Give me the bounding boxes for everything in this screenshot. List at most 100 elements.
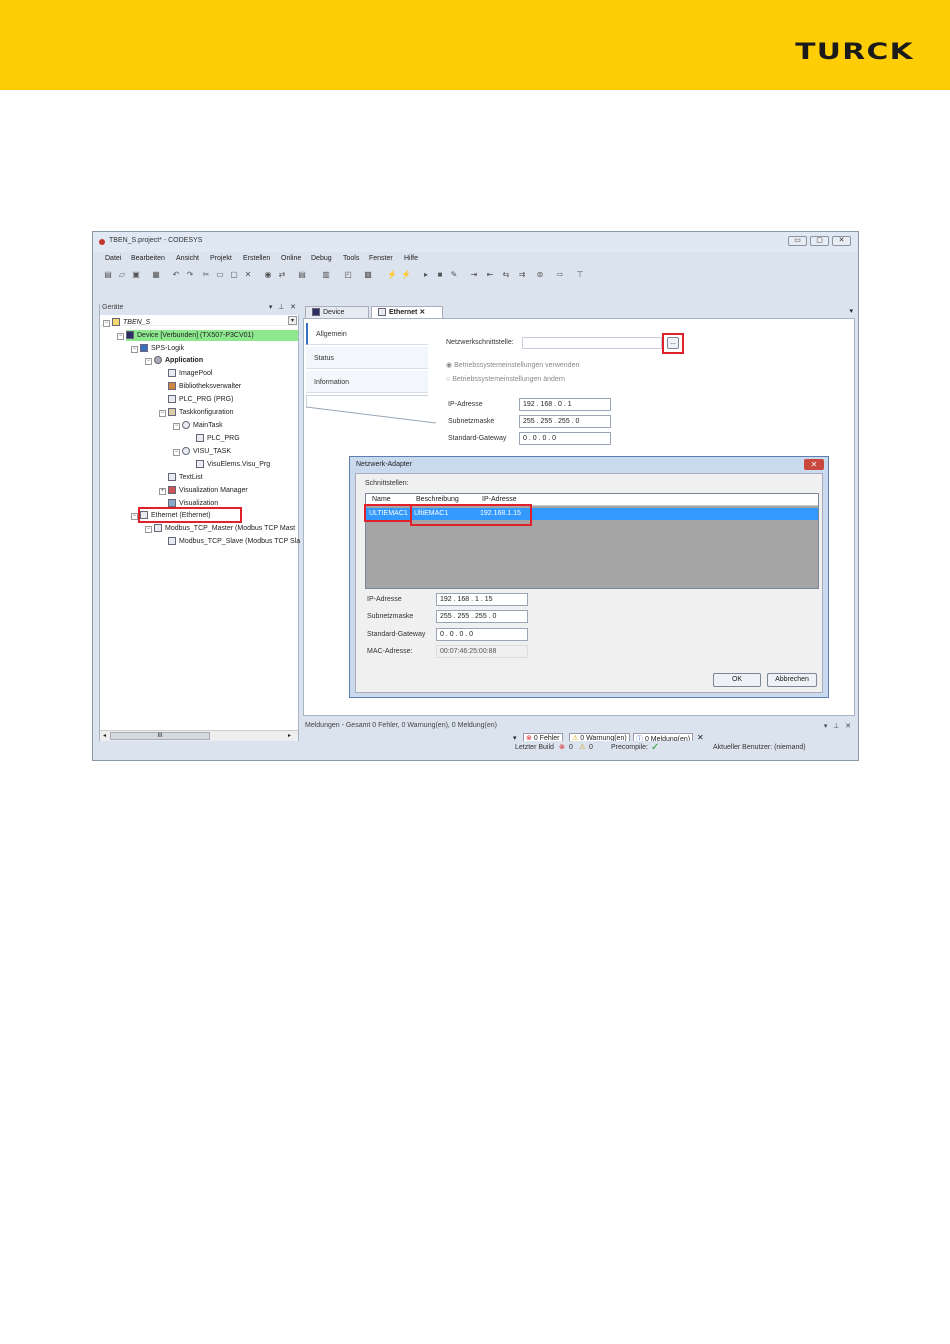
expand-toggle[interactable]: −	[145, 358, 152, 365]
tree-node-device[interactable]: Device [Verbunden] (TX507-P3CV01)	[126, 330, 298, 341]
menu-fenster[interactable]: Fenster	[369, 255, 393, 262]
replace-icon[interactable]: ⇄	[277, 270, 287, 280]
tab-device[interactable]: Device	[305, 306, 369, 318]
column-name[interactable]: Name	[372, 496, 391, 503]
expand-toggle[interactable]: −	[103, 320, 110, 327]
tree-node-visuelems[interactable]: VisuElems.Visu_Prg	[196, 459, 270, 470]
expand-toggle[interactable]: −	[145, 526, 152, 533]
undo-icon[interactable]: ↶	[171, 270, 181, 280]
object-dropdown-icon[interactable]: ▥	[321, 270, 331, 280]
copy-icon[interactable]: ▭	[215, 270, 225, 280]
write-values-icon[interactable]: ⇨	[555, 270, 565, 280]
subnav-status[interactable]: Status	[306, 347, 428, 369]
dlg-gateway-input[interactable]: 0 . 0 . 0 . 0	[436, 628, 528, 641]
messages-close-icon[interactable]: ✕	[845, 723, 851, 730]
column-description[interactable]: Beschreibung	[416, 496, 459, 503]
tree-node-task-config[interactable]: Taskkonfiguration	[168, 407, 233, 418]
scroll-right-icon[interactable]: ▸	[288, 732, 291, 739]
tree-node-imagepool[interactable]: ImagePool	[168, 368, 212, 379]
scroll-thumb[interactable]: III	[110, 732, 210, 740]
ok-button[interactable]: OK	[713, 673, 761, 687]
panel-close-icon[interactable]: ✕	[290, 304, 296, 311]
close-window-button[interactable]: ✕	[832, 236, 851, 246]
tree-node-plc-prg[interactable]: PLC_PRG (PRG)	[168, 394, 233, 405]
breakpoint-icon[interactable]: ⊚	[535, 270, 545, 280]
tree-node-modbus-slave[interactable]: Modbus_TCP_Slave (Modbus TCP Sla	[168, 536, 300, 547]
tab-close-icon[interactable]: ✕	[419, 309, 425, 316]
menu-bearbeiten[interactable]: Bearbeiten	[131, 255, 165, 262]
menu-online[interactable]: Online	[281, 255, 301, 262]
panel-dropdown-icon[interactable]: ▾	[269, 304, 273, 311]
expand-toggle[interactable]: −	[131, 513, 138, 520]
tree-node-visu-task[interactable]: VISU_TASK	[182, 446, 231, 457]
messages-dropdown-icon[interactable]: ▾	[824, 723, 828, 730]
tree-node-maintask[interactable]: MainTask	[182, 420, 223, 431]
menu-hilfe[interactable]: Hilfe	[404, 255, 418, 262]
maximize-button[interactable]: ▢	[810, 236, 829, 246]
browse-button[interactable]: ...	[667, 337, 679, 349]
tree-node-ethernet[interactable]: Ethernet (Ethernet)	[140, 510, 211, 521]
redo-icon[interactable]: ↷	[185, 270, 195, 280]
window-layout-icon[interactable]: ▤	[297, 270, 307, 280]
stop-icon[interactable]: ■	[435, 270, 445, 280]
run-to-cursor-icon[interactable]: ⇉	[517, 270, 527, 280]
toolbar-options-icon[interactable]: ⊤	[575, 270, 585, 280]
scroll-left-icon[interactable]: ◂	[103, 732, 106, 739]
tree-node-sps-logik[interactable]: SPS-Logik	[140, 343, 184, 354]
subnav-information[interactable]: Information	[306, 371, 428, 393]
horizontal-scrollbar[interactable]: ◂ III ▸	[100, 730, 298, 741]
cancel-button[interactable]: Abbrechen	[767, 673, 817, 687]
menu-ansicht[interactable]: Ansicht	[176, 255, 199, 262]
step-over-icon[interactable]: ⇥	[469, 270, 479, 280]
menu-tools[interactable]: Tools	[343, 255, 359, 262]
find-icon[interactable]: ◉	[263, 270, 273, 280]
expand-toggle[interactable]: −	[173, 423, 180, 430]
menu-erstellen[interactable]: Erstellen	[243, 255, 270, 262]
messages-pin-icon[interactable]: ⊥	[833, 723, 839, 730]
menu-projekt[interactable]: Projekt	[210, 255, 232, 262]
save-project-icon[interactable]: ▣	[131, 270, 141, 280]
expand-toggle[interactable]: +	[159, 488, 166, 495]
build-icon[interactable]: ▩	[363, 270, 373, 280]
interfaces-list[interactable]: Name Beschreibung IP-Adresse ULTIEMAC1 U…	[364, 493, 819, 589]
add-object-icon[interactable]: ◰	[343, 270, 353, 280]
tab-ethernet[interactable]: Ethernet ✕	[371, 306, 443, 318]
tabs-dropdown-icon[interactable]: ▾	[849, 307, 853, 315]
tree-dropdown-icon[interactable]: ▾	[288, 316, 297, 325]
minimize-button[interactable]: ▭	[788, 236, 807, 246]
netif-input[interactable]	[522, 337, 662, 349]
expand-toggle[interactable]: −	[117, 333, 124, 340]
delete-icon[interactable]: ✕	[243, 270, 253, 280]
subnet-input[interactable]: 255 . 255 . 255 . 0	[519, 415, 611, 428]
gateway-input[interactable]: 0 . 0 . 0 . 0	[519, 432, 611, 445]
tree-node-textlist[interactable]: TextList	[168, 472, 203, 483]
menu-datei[interactable]: Datei	[105, 255, 121, 262]
logout-icon[interactable]: ⚡	[401, 270, 411, 280]
tree-node-application[interactable]: Application	[154, 355, 203, 366]
start-icon[interactable]: ▸	[421, 270, 431, 280]
expand-toggle[interactable]: −	[173, 449, 180, 456]
subnav-allgemein[interactable]: Allgemein	[306, 323, 428, 345]
login-icon[interactable]: ⚡	[387, 270, 397, 280]
tree-node-library-manager[interactable]: Bibliotheksverwalter	[168, 381, 241, 392]
dialog-close-button[interactable]: ✕	[804, 459, 824, 470]
cut-icon[interactable]: ✂	[201, 270, 211, 280]
tree-node-maintask-plc-prg[interactable]: PLC_PRG	[196, 433, 240, 444]
menu-debug[interactable]: Debug	[311, 255, 332, 262]
expand-toggle[interactable]: −	[159, 410, 166, 417]
new-project-icon[interactable]: ▤	[103, 270, 113, 280]
tree-node-visu-manager[interactable]: Visualization Manager	[168, 485, 248, 496]
expand-toggle[interactable]: −	[131, 346, 138, 353]
dlg-ip-input[interactable]: 192 . 168 . 1 . 15	[436, 593, 528, 606]
panel-pin-icon[interactable]: ⊥	[278, 304, 284, 311]
tree-node-tben-s[interactable]: TBEN_S	[112, 317, 150, 328]
step-into-icon[interactable]: ⇤	[485, 270, 495, 280]
open-project-icon[interactable]: ▱	[117, 270, 127, 280]
radio-use-os-settings[interactable]: ◉ Betriebssystemeinstellungen verwenden	[446, 361, 579, 369]
ip-input[interactable]: 192 . 168 . 0 . 1	[519, 398, 611, 411]
paste-icon[interactable]: ▢	[229, 270, 239, 280]
reset-icon[interactable]: ✎	[449, 270, 459, 280]
step-out-icon[interactable]: ⇆	[501, 270, 511, 280]
print-icon[interactable]: ▦	[151, 270, 161, 280]
column-ip[interactable]: IP-Adresse	[482, 496, 517, 503]
